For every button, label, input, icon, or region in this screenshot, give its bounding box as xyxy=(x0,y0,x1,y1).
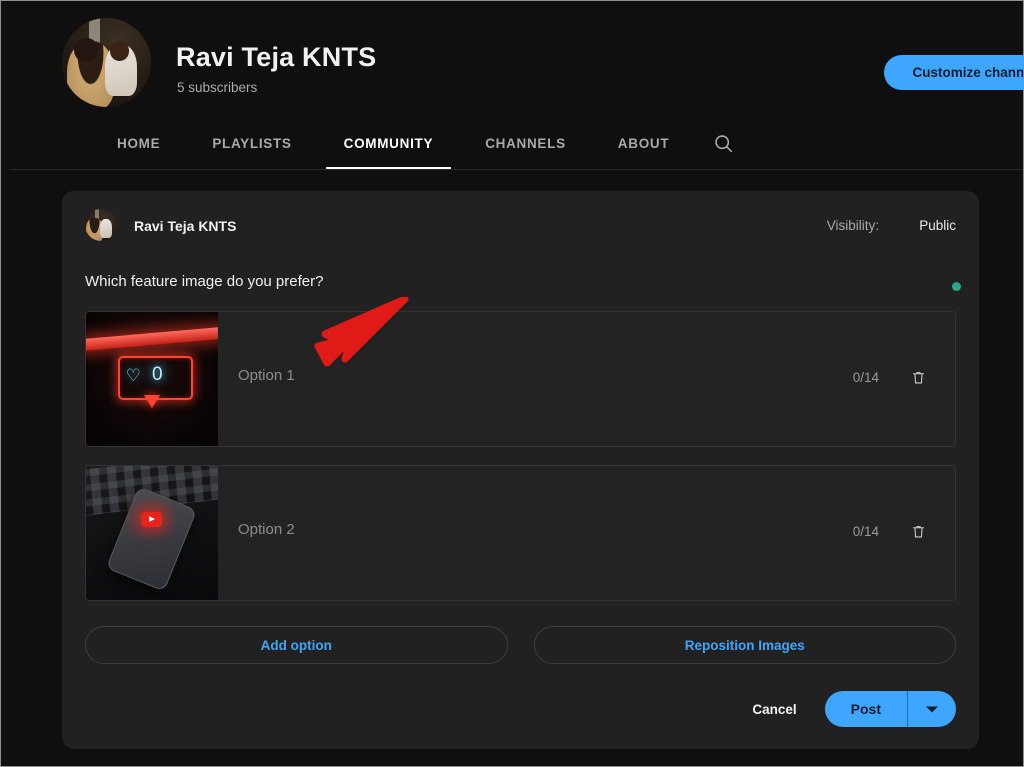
option-char-counter: 0/14 xyxy=(852,370,879,385)
tab-playlists[interactable]: PLAYLISTS xyxy=(186,117,317,169)
channel-header: Ravi Teja KNTS 5 subscribers Customize c… xyxy=(9,9,1023,117)
option-text-input[interactable]: Option 1 xyxy=(238,367,295,384)
customize-channel-button[interactable]: Customize channel xyxy=(884,55,1023,90)
poll-option-row[interactable]: ♡ 0 Option 1 0/14 xyxy=(85,311,956,447)
visibility-label: Visibility: xyxy=(826,218,879,233)
channel-avatar-photo-icon xyxy=(62,18,151,107)
poll-question-input[interactable]: Which feature image do you prefer? xyxy=(85,273,323,290)
search-icon[interactable] xyxy=(695,117,751,169)
poll-actions-row: Add option Reposition Images xyxy=(85,626,956,664)
channel-name: Ravi Teja KNTS xyxy=(176,42,377,72)
poll-option-row[interactable]: Option 2 0/14 xyxy=(85,465,956,601)
reposition-images-button[interactable]: Reposition Images xyxy=(533,626,956,664)
tab-home[interactable]: HOME xyxy=(91,117,186,169)
option-char-counter: 0/14 xyxy=(852,524,879,539)
phone-on-keyboard-image-icon[interactable] xyxy=(86,466,218,600)
post-header: Ravi Teja KNTS Visibility: Public xyxy=(62,191,979,249)
dialog-footer: Cancel Post xyxy=(742,691,956,727)
cancel-button[interactable]: Cancel xyxy=(742,694,806,725)
post-author-name: Ravi Teja KNTS xyxy=(134,218,237,234)
post-split-button: Post xyxy=(824,691,956,727)
tab-community[interactable]: COMMUNITY xyxy=(318,117,460,169)
trash-icon[interactable] xyxy=(905,364,931,390)
screenshot-root: Ravi Teja KNTS 5 subscribers Customize c… xyxy=(0,0,1024,767)
tab-channels[interactable]: CHANNELS xyxy=(459,117,592,169)
neon-like-sign-image-icon[interactable]: ♡ 0 xyxy=(86,312,218,446)
add-option-button[interactable]: Add option xyxy=(85,626,508,664)
trash-icon[interactable] xyxy=(905,518,931,544)
status-indicator-dot xyxy=(952,282,961,291)
create-post-dialog: Ravi Teja KNTS Visibility: Public Which … xyxy=(62,191,979,749)
post-button[interactable]: Post xyxy=(825,691,907,727)
visibility-value[interactable]: Public xyxy=(919,218,956,233)
subscriber-count: 5 subscribers xyxy=(177,80,258,95)
channel-tab-bar: HOME PLAYLISTS COMMUNITY CHANNELS ABOUT xyxy=(9,117,1023,170)
chevron-down-icon[interactable] xyxy=(908,691,956,727)
poll-options-list: ♡ 0 Option 1 0/14 Option 2 0/14 xyxy=(85,311,956,619)
option-text-input[interactable]: Option 2 xyxy=(238,521,295,538)
author-avatar-photo-icon xyxy=(85,209,117,241)
tab-about[interactable]: ABOUT xyxy=(592,117,696,169)
youtube-channel-page: Ravi Teja KNTS 5 subscribers Customize c… xyxy=(9,9,1023,766)
